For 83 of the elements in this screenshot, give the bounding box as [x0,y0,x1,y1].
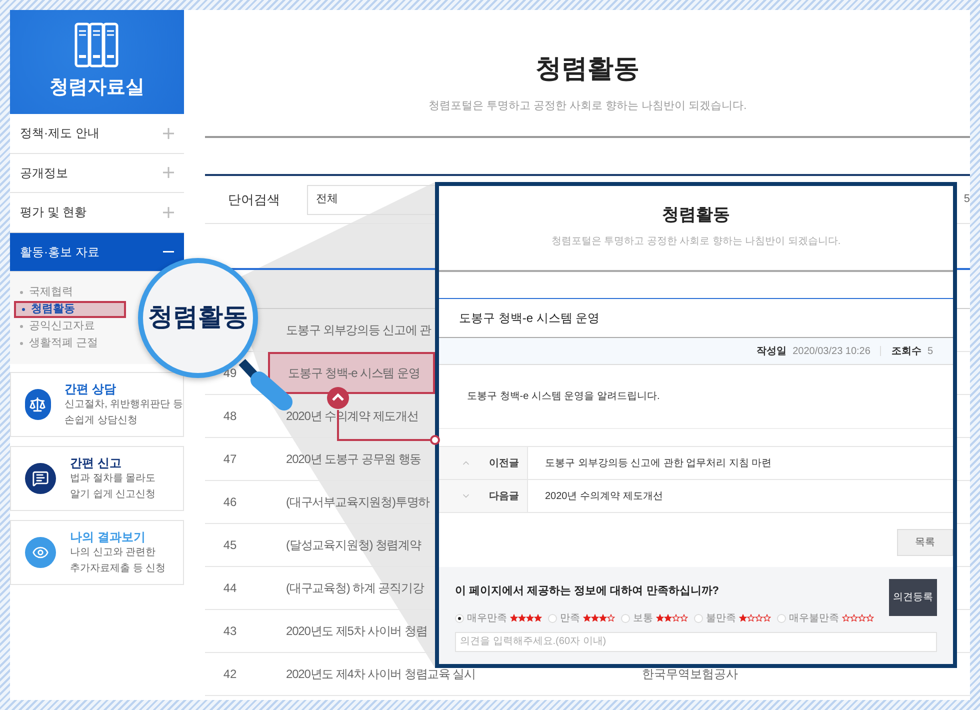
shortcut-description: 추가자료제출 등 신청 [70,562,166,576]
option-label: 만족 [560,612,580,626]
post-title: 도봉구 청백-e 시스템 운영 [459,310,600,327]
binders-icon [74,22,120,68]
post-title-link[interactable]: (대구서부교육지원청)투명하 [268,481,435,523]
bullet-icon [20,325,23,328]
post-title-link[interactable]: 2020년 도봉구 공무원 행동 [268,438,435,480]
post-title-link[interactable]: 도봉구 청백-e 시스템 운영 [268,352,435,394]
shortcut-card[interactable]: 간편 상담 신고절차, 위반행위판단 등 손쉽게 상담신청 [10,372,184,437]
post-title-link[interactable]: 도봉구 외부강의등 신고에 관 [268,309,435,351]
meta-value: 2020/03/23 10:26 [792,344,870,358]
bullet-icon [20,342,23,345]
radio-button[interactable] [777,614,786,622]
row-number: 44 [222,580,238,597]
scale-icon [25,389,51,420]
popup-subtitle: 청렴포털은 투명하고 공정한 사회로 향하는 나침반이 되겠습니다. [551,235,841,249]
meta-label: 조회수 [891,344,922,358]
shortcut-title: 간편 신고 [70,454,122,470]
radio-button[interactable] [455,614,464,622]
plus-icon [163,167,174,178]
shortcut-description: 나의 신고와 관련한 [70,546,157,560]
row-number: 49 [222,365,238,382]
shortcut-title: 나의 결과보기 [70,528,146,544]
shortcut-card[interactable]: 나의 결과보기 나의 신고와 관련한 추가자료제출 등 신청 [10,520,184,585]
row-number: 45 [222,537,238,554]
submenu-item[interactable]: 국제협력 [14,284,77,301]
callout-marker [327,387,349,409]
search-label: 단어검색 [228,190,281,209]
page-subtitle: 청렴포털은 투명하고 공정한 사회로 향하는 나침반이 되겠습니다. [428,99,747,114]
post-title-link[interactable]: 2020년도 제4차 사이버 청렴교육 실시 [268,653,476,695]
shortcut-description: 손쉽게 상담신청 [64,414,138,428]
sidebar-title: 청렴자료실 [50,78,144,97]
opinion-input[interactable]: 의견을 입력해주세요.(60자 이내) [455,632,937,652]
row-number: 47 [222,451,238,468]
survey-question: 이 페이지에서 제공하는 정보에 대하여 만족하십니까? [455,584,720,599]
option-label: 보통 [633,612,653,626]
post-body: 도봉구 청백-e 시스템 운영을 알려드립니다. [467,390,660,404]
row-number: 43 [222,623,238,640]
list-button[interactable]: 목록 [897,529,953,556]
neighbor-post-link[interactable]: 2020년 수의계약 제도개선 [528,480,663,512]
plus-icon [163,128,174,139]
meta-label: 작성일 [756,344,787,358]
neighbor-label: 다음글 [489,490,519,504]
neighbor-post-link[interactable]: 도봉구 외부강의등 신고에 관한 업무처리 지침 마련 [528,447,772,479]
row-number: 48 [222,408,238,425]
submenu-label: 생활적폐 근절 [29,338,98,349]
submenu-label: 공익신고자료 [29,321,95,332]
submenu-item[interactable]: 공익신고자료 [14,318,99,335]
eye-icon [25,537,56,568]
post-title-link[interactable]: 2020년도 제5차 사이버 청렴 [268,610,435,652]
sidebar-menu-item[interactable]: 활동·홍보 자료 [10,232,184,272]
submit-opinion-button[interactable]: 의견등록 [889,579,937,616]
post-title-link[interactable]: (대구교육청) 하계 공직기강 [268,567,435,609]
option-label: 매우만족 [467,612,507,626]
submenu-item[interactable]: 청렴활동 [14,301,126,318]
shortcut-description: 알기 쉽게 신고신청 [70,488,156,502]
shortcut-title: 간편 상담 [64,380,117,396]
neighbor-label: 이전글 [489,456,519,470]
minus-icon [163,250,174,253]
magnifier-label: 청렴활동 [148,302,248,334]
option-label: 매우불만족 [789,612,839,626]
post-title-link[interactable]: (달성교육지원청) 청렴계약 [268,524,435,566]
radio-button[interactable] [621,614,630,622]
radio-button[interactable] [548,614,557,622]
submenu-item[interactable]: 생활적폐 근절 [14,335,102,352]
row-number: 46 [222,494,238,511]
shortcut-description: 법과 절차를 몰라도 [70,472,156,486]
page-title: 청렴활동 [536,52,640,85]
radio-button[interactable] [694,614,703,622]
shortcut-card[interactable]: 간편 신고 법과 절차를 몰라도 알기 쉽게 신고신청 [10,446,184,511]
speech-bubble-icon [25,463,56,494]
option-label: 불만족 [706,612,736,626]
submenu-label: 국제협력 [29,287,73,298]
plus-icon [163,206,174,218]
popup-title: 청렴활동 [662,204,730,226]
department-cell-text: 한국무역보험공사 [641,666,739,683]
submenu-label: 청렴활동 [31,304,75,315]
cut-text: 5 [964,192,970,208]
meta-value: 5 [927,344,933,358]
shortcut-description: 신고절차, 위반행위판단 등 [64,398,183,412]
bullet-icon [20,291,23,294]
row-number: 42 [222,666,238,683]
bullet-icon [22,308,25,311]
